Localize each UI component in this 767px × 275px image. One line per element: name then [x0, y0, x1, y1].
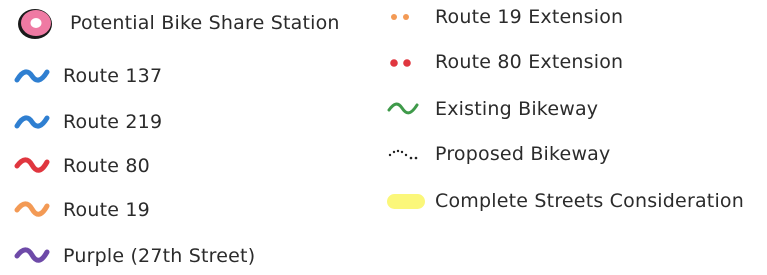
legend-label: Proposed Bikeway — [435, 143, 611, 165]
yellow-highlight-icon — [386, 189, 428, 213]
legend-item-bike-share-station: Potential Bike Share Station — [14, 9, 340, 39]
legend-label: Route 19 Extension — [435, 6, 624, 28]
blue-wave-icon — [14, 64, 50, 88]
legend-item-proposed-bikeway: Proposed Bikeway — [386, 140, 610, 168]
legend-label: Route 219 — [63, 111, 163, 133]
legend-label: Purple (27th Street) — [63, 245, 256, 267]
green-wave-icon — [386, 97, 422, 121]
dotted-line-icon — [386, 142, 422, 166]
legend-item-route-80-extension: Route 80 Extension — [386, 48, 623, 76]
legend-label: Existing Bikeway — [435, 98, 599, 120]
legend-item-route-137: Route 137 — [14, 62, 162, 90]
legend-item-route-19: Route 19 — [14, 196, 150, 224]
map-legend: Potential Bike Share Station Route 137 R… — [0, 0, 767, 275]
red-wave-icon — [14, 154, 50, 178]
orange-wave-icon — [14, 198, 50, 222]
orange-dots-icon — [386, 5, 422, 29]
legend-label: Route 80 Extension — [435, 51, 624, 73]
legend-item-complete-streets: Complete Streets Consideration — [386, 187, 744, 215]
red-dots-icon — [386, 50, 422, 74]
legend-item-purple-27th-street: Purple (27th Street) — [14, 242, 255, 270]
legend-item-route-219: Route 219 — [14, 108, 162, 136]
legend-item-route-80: Route 80 — [14, 152, 150, 180]
legend-label: Route 137 — [63, 65, 163, 87]
blue-wave-icon — [14, 110, 50, 134]
pink-donut-icon — [14, 5, 58, 41]
legend-label: Route 80 — [63, 155, 150, 177]
legend-label: Potential Bike Share Station — [70, 12, 340, 34]
legend-label: Route 19 — [63, 199, 150, 221]
legend-item-route-19-extension: Route 19 Extension — [386, 3, 623, 31]
purple-wave-icon — [14, 244, 50, 268]
legend-label: Complete Streets Consideration — [435, 190, 744, 212]
legend-item-existing-bikeway: Existing Bikeway — [386, 95, 598, 123]
